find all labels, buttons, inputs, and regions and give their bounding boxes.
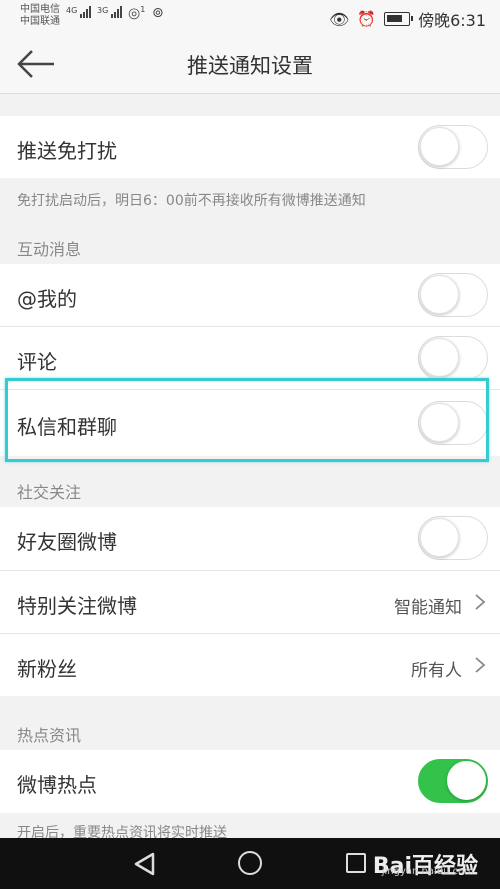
comments-label: 评论 [17,350,57,374]
toggle-knob [420,518,459,557]
status-right: 👁 ⏰ 傍晚6:31 [329,7,486,31]
network-type-2: 3G [97,6,109,15]
dnd-row: 推送免打扰 [0,116,500,178]
list-item-mentions: @我的 [0,264,500,326]
friends-weibo-toggle[interactable] [418,516,488,560]
page-title: 推送通知设置 [187,54,313,78]
dnd-label: 推送免打扰 [17,139,117,163]
section-social-title: 社交关注 [17,483,82,502]
app-header: 推送通知设置 [0,34,500,94]
alarm-icon: ⏰ [357,10,377,28]
friends-weibo-label: 好友圈微博 [17,530,117,554]
status-bar: 中国电信 中国联通 4G 3G ◎1 ⊚ 👁 ⏰ 傍晚6:31 [0,0,500,34]
nav-recent-icon[interactable] [346,853,366,873]
mentions-toggle[interactable] [418,273,488,317]
watermark-url: jingyan.baidu.com [381,866,474,877]
section-interaction-title: 互动消息 [17,240,82,259]
new-fans-label: 新粉丝 [17,657,77,681]
chevron-right-icon [475,657,486,673]
battery-icon [384,12,414,26]
list-item-special-follow[interactable]: 特别关注微博 智能通知 [0,571,500,633]
network-type-1: 4G [66,6,78,15]
comments-toggle[interactable] [418,336,488,380]
dnd-note: 免打扰启动后，明日6：00前不再接收所有微博推送通知 [17,193,366,209]
toggle-knob [420,275,459,314]
carrier-info: 中国电信 中国联通 [20,4,60,28]
highlight-box [5,378,489,462]
signal-2-icon: 3G [97,6,123,18]
toggle-knob [420,338,459,377]
section-hot-title: 热点资讯 [17,726,82,745]
notification-count: 1 [140,5,146,14]
eye-comfort-icon: 👁 [329,9,350,29]
special-follow-label: 特别关注微博 [17,594,137,618]
list-item-hot-weibo: 微博热点 [0,750,500,813]
toggle-knob [420,127,459,166]
hotspot-icon: ◎1 [128,5,146,22]
mentions-label: @我的 [17,287,77,311]
wifi-icon: ⊚ [152,5,164,21]
list-item-new-fans[interactable]: 新粉丝 所有人 [0,634,500,696]
clock: 傍晚6:31 [418,11,486,30]
hot-weibo-label: 微博热点 [17,773,97,797]
special-follow-value: 智能通知 [394,598,462,618]
carrier-2: 中国联通 [20,16,60,27]
signal-1-icon: 4G [66,6,92,18]
carrier-1: 中国电信 [20,4,60,15]
hot-weibo-toggle[interactable] [418,759,488,803]
nav-home-icon[interactable] [238,851,262,875]
dnd-toggle[interactable] [418,125,488,169]
chevron-right-icon [475,594,486,610]
system-nav-bar: Bai百经验 [0,838,500,889]
new-fans-value: 所有人 [411,661,462,681]
toggle-knob [447,761,486,800]
nav-back-icon[interactable] [133,852,155,876]
list-item-friends-weibo: 好友圈微博 [0,507,500,570]
